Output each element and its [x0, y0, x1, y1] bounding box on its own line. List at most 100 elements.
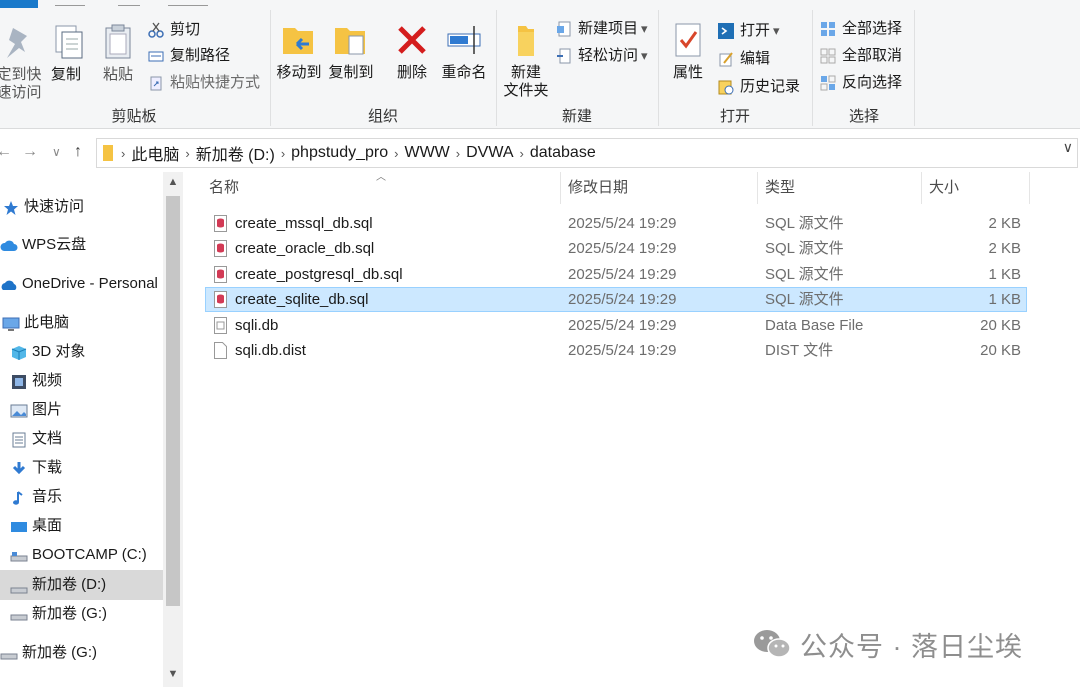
file-row[interactable]: create_oracle_db.sql 2025/5/24 19:29 SQL…: [205, 236, 1027, 261]
sidebar-item-label: 新加卷 (G:): [22, 644, 97, 661]
sidebar-item-label: 3D 对象: [32, 343, 86, 360]
up-button[interactable]: ↑: [74, 138, 82, 166]
sidebar-scrollbar[interactable]: ▲ ▼: [163, 172, 183, 687]
file-size: 2 KB: [988, 240, 1021, 257]
file-row[interactable]: create_mssql_db.sql 2025/5/24 19:29 SQL …: [205, 211, 1027, 236]
pin-quick-access-button[interactable]: 定到快 速访问: [0, 22, 42, 102]
easy-access-button[interactable]: 轻松访问 ▾: [556, 45, 648, 67]
sidebar-item-onedrive[interactable]: OneDrive - Personal: [0, 271, 158, 297]
file-row[interactable]: sqli.db.dist 2025/5/24 19:29 DIST 文件 20 …: [205, 338, 1027, 363]
ribbon: 定到快 速访问 复制 粘贴 剪切 复制路径 粘贴快捷方式 剪贴板 移动到 复制到…: [0, 0, 1080, 129]
tab-share[interactable]: [118, 0, 140, 6]
clipboard-group-label: 剪贴板: [111, 108, 157, 125]
organize-group-label: 组织: [367, 108, 398, 125]
open-label: 打开: [740, 22, 771, 39]
address-dropdown-button[interactable]: ∨: [1063, 139, 1073, 156]
rename-button[interactable]: 重命名: [436, 20, 492, 82]
file-size: 20 KB: [980, 342, 1021, 359]
column-divider[interactable]: [1029, 172, 1030, 204]
column-divider[interactable]: [560, 172, 561, 204]
recent-locations-button[interactable]: ∨: [52, 138, 61, 166]
cut-button[interactable]: 剪切: [148, 19, 200, 41]
paste-button[interactable]: 粘贴: [96, 22, 140, 84]
breadcrumb-item[interactable]: database: [530, 144, 596, 162]
new-folder-button[interactable]: 新建 文件夹: [500, 20, 552, 100]
sql-file-icon: [214, 266, 227, 283]
back-button[interactable]: ←: [0, 138, 12, 166]
scroll-up-arrow[interactable]: ▲: [163, 176, 183, 188]
sidebar-item-music[interactable]: 音乐: [10, 484, 62, 510]
sidebar-item-drive-g[interactable]: 新加卷 (G:): [10, 601, 107, 627]
delete-icon: [392, 20, 432, 60]
scroll-down-arrow[interactable]: ▼: [163, 668, 183, 680]
sidebar-item-label: 音乐: [32, 488, 63, 505]
sidebar-item-videos[interactable]: 视频: [10, 368, 62, 394]
new-folder-icon: [506, 20, 546, 60]
sidebar-item-3d-objects[interactable]: 3D 对象: [10, 339, 85, 365]
select-group-label: 选择: [848, 108, 879, 125]
sidebar-item-downloads[interactable]: 下载: [10, 455, 62, 481]
column-header-type[interactable]: 类型: [765, 172, 795, 204]
file-name: create_oracle_db.sql: [235, 240, 375, 257]
breadcrumb-item[interactable]: 新加卷 (D:): [196, 141, 275, 165]
select-all-button[interactable]: 全部选择: [820, 18, 902, 40]
sidebar-item-quick-access[interactable]: 快速访问: [2, 194, 84, 220]
file-row-selected[interactable]: create_sqlite_db.sql 2025/5/24 19:29 SQL…: [205, 287, 1027, 312]
column-divider[interactable]: [921, 172, 922, 204]
sidebar-item-desktop[interactable]: 桌面: [10, 513, 62, 539]
select-none-label: 全部取消: [842, 47, 903, 64]
sidebar-item-drive-d[interactable]: 新加卷 (D:): [0, 570, 163, 600]
ribbon-divider: [914, 10, 915, 126]
copy-path-button[interactable]: 复制路径: [148, 45, 230, 67]
breadcrumb-item[interactable]: WWW: [404, 144, 449, 162]
sidebar-item-wps-cloud[interactable]: WPS云盘: [0, 232, 86, 258]
history-button[interactable]: 历史记录: [718, 76, 800, 98]
file-row[interactable]: create_postgresql_db.sql 2025/5/24 19:29…: [205, 262, 1027, 287]
sidebar-item-drive-c[interactable]: BOOTCAMP (C:): [10, 542, 147, 568]
properties-icon: [668, 20, 708, 60]
invert-selection-button[interactable]: 反向选择: [820, 72, 902, 94]
file-row[interactable]: sqli.db 2025/5/24 19:29 Data Base File 2…: [205, 313, 1027, 338]
paste-shortcut-button[interactable]: 粘贴快捷方式: [148, 72, 260, 94]
move-to-button[interactable]: 移动到: [274, 20, 324, 82]
select-none-button[interactable]: 全部取消: [820, 45, 902, 67]
chevron-right-icon: ›: [519, 145, 524, 161]
open-button[interactable]: 打开 ▾: [718, 20, 780, 42]
copy-to-button[interactable]: 复制到: [326, 20, 376, 82]
tab-file[interactable]: [0, 0, 38, 8]
copy-button[interactable]: 复制: [44, 22, 88, 84]
sidebar-item-documents[interactable]: 文档: [10, 426, 62, 452]
watermark-text: 公众号 · 落日尘埃: [800, 631, 1023, 662]
sidebar-item-label: 下载: [32, 459, 63, 476]
column-divider[interactable]: [757, 172, 758, 204]
file-date: 2025/5/24 19:29: [568, 266, 677, 283]
sidebar-item-this-pc[interactable]: 此电脑: [2, 310, 69, 336]
chevron-down-icon: ▾: [641, 48, 648, 63]
sidebar-item-pictures[interactable]: 图片: [10, 397, 62, 423]
sidebar-item-drive-g-2[interactable]: 新加卷 (G:): [0, 640, 97, 666]
column-header-name[interactable]: 名称: [209, 172, 239, 204]
ribbon-divider: [270, 10, 271, 126]
column-header-size[interactable]: 大小: [929, 172, 959, 204]
breadcrumb-item[interactable]: 此电脑: [131, 141, 179, 165]
breadcrumb-item[interactable]: DVWA: [466, 144, 513, 162]
delete-button[interactable]: 删除: [390, 20, 434, 82]
edit-button[interactable]: 编辑: [718, 48, 770, 70]
column-header-date[interactable]: 修改日期: [568, 172, 628, 204]
file-type: Data Base File: [765, 317, 864, 334]
sidebar-item-label: BOOTCAMP (C:): [32, 546, 147, 563]
wechat-icon: [752, 627, 792, 661]
scissors-icon: [148, 22, 164, 38]
vscode-icon: [718, 23, 734, 39]
forward-button[interactable]: →: [22, 138, 38, 166]
easy-access-label: 轻松访问: [578, 47, 639, 64]
properties-button[interactable]: 属性: [666, 20, 710, 82]
paste-shortcut-icon: [148, 75, 164, 91]
scrollbar-thumb[interactable]: [166, 196, 180, 606]
document-icon: [10, 431, 28, 448]
tab-view[interactable]: [168, 0, 208, 6]
address-bar[interactable]: › 此电脑 › 新加卷 (D:) › phpstudy_pro › WWW › …: [96, 138, 1078, 168]
new-item-button[interactable]: 新建项目 ▾: [556, 18, 648, 40]
breadcrumb-item[interactable]: phpstudy_pro: [291, 144, 388, 162]
tab-home[interactable]: [55, 0, 85, 6]
